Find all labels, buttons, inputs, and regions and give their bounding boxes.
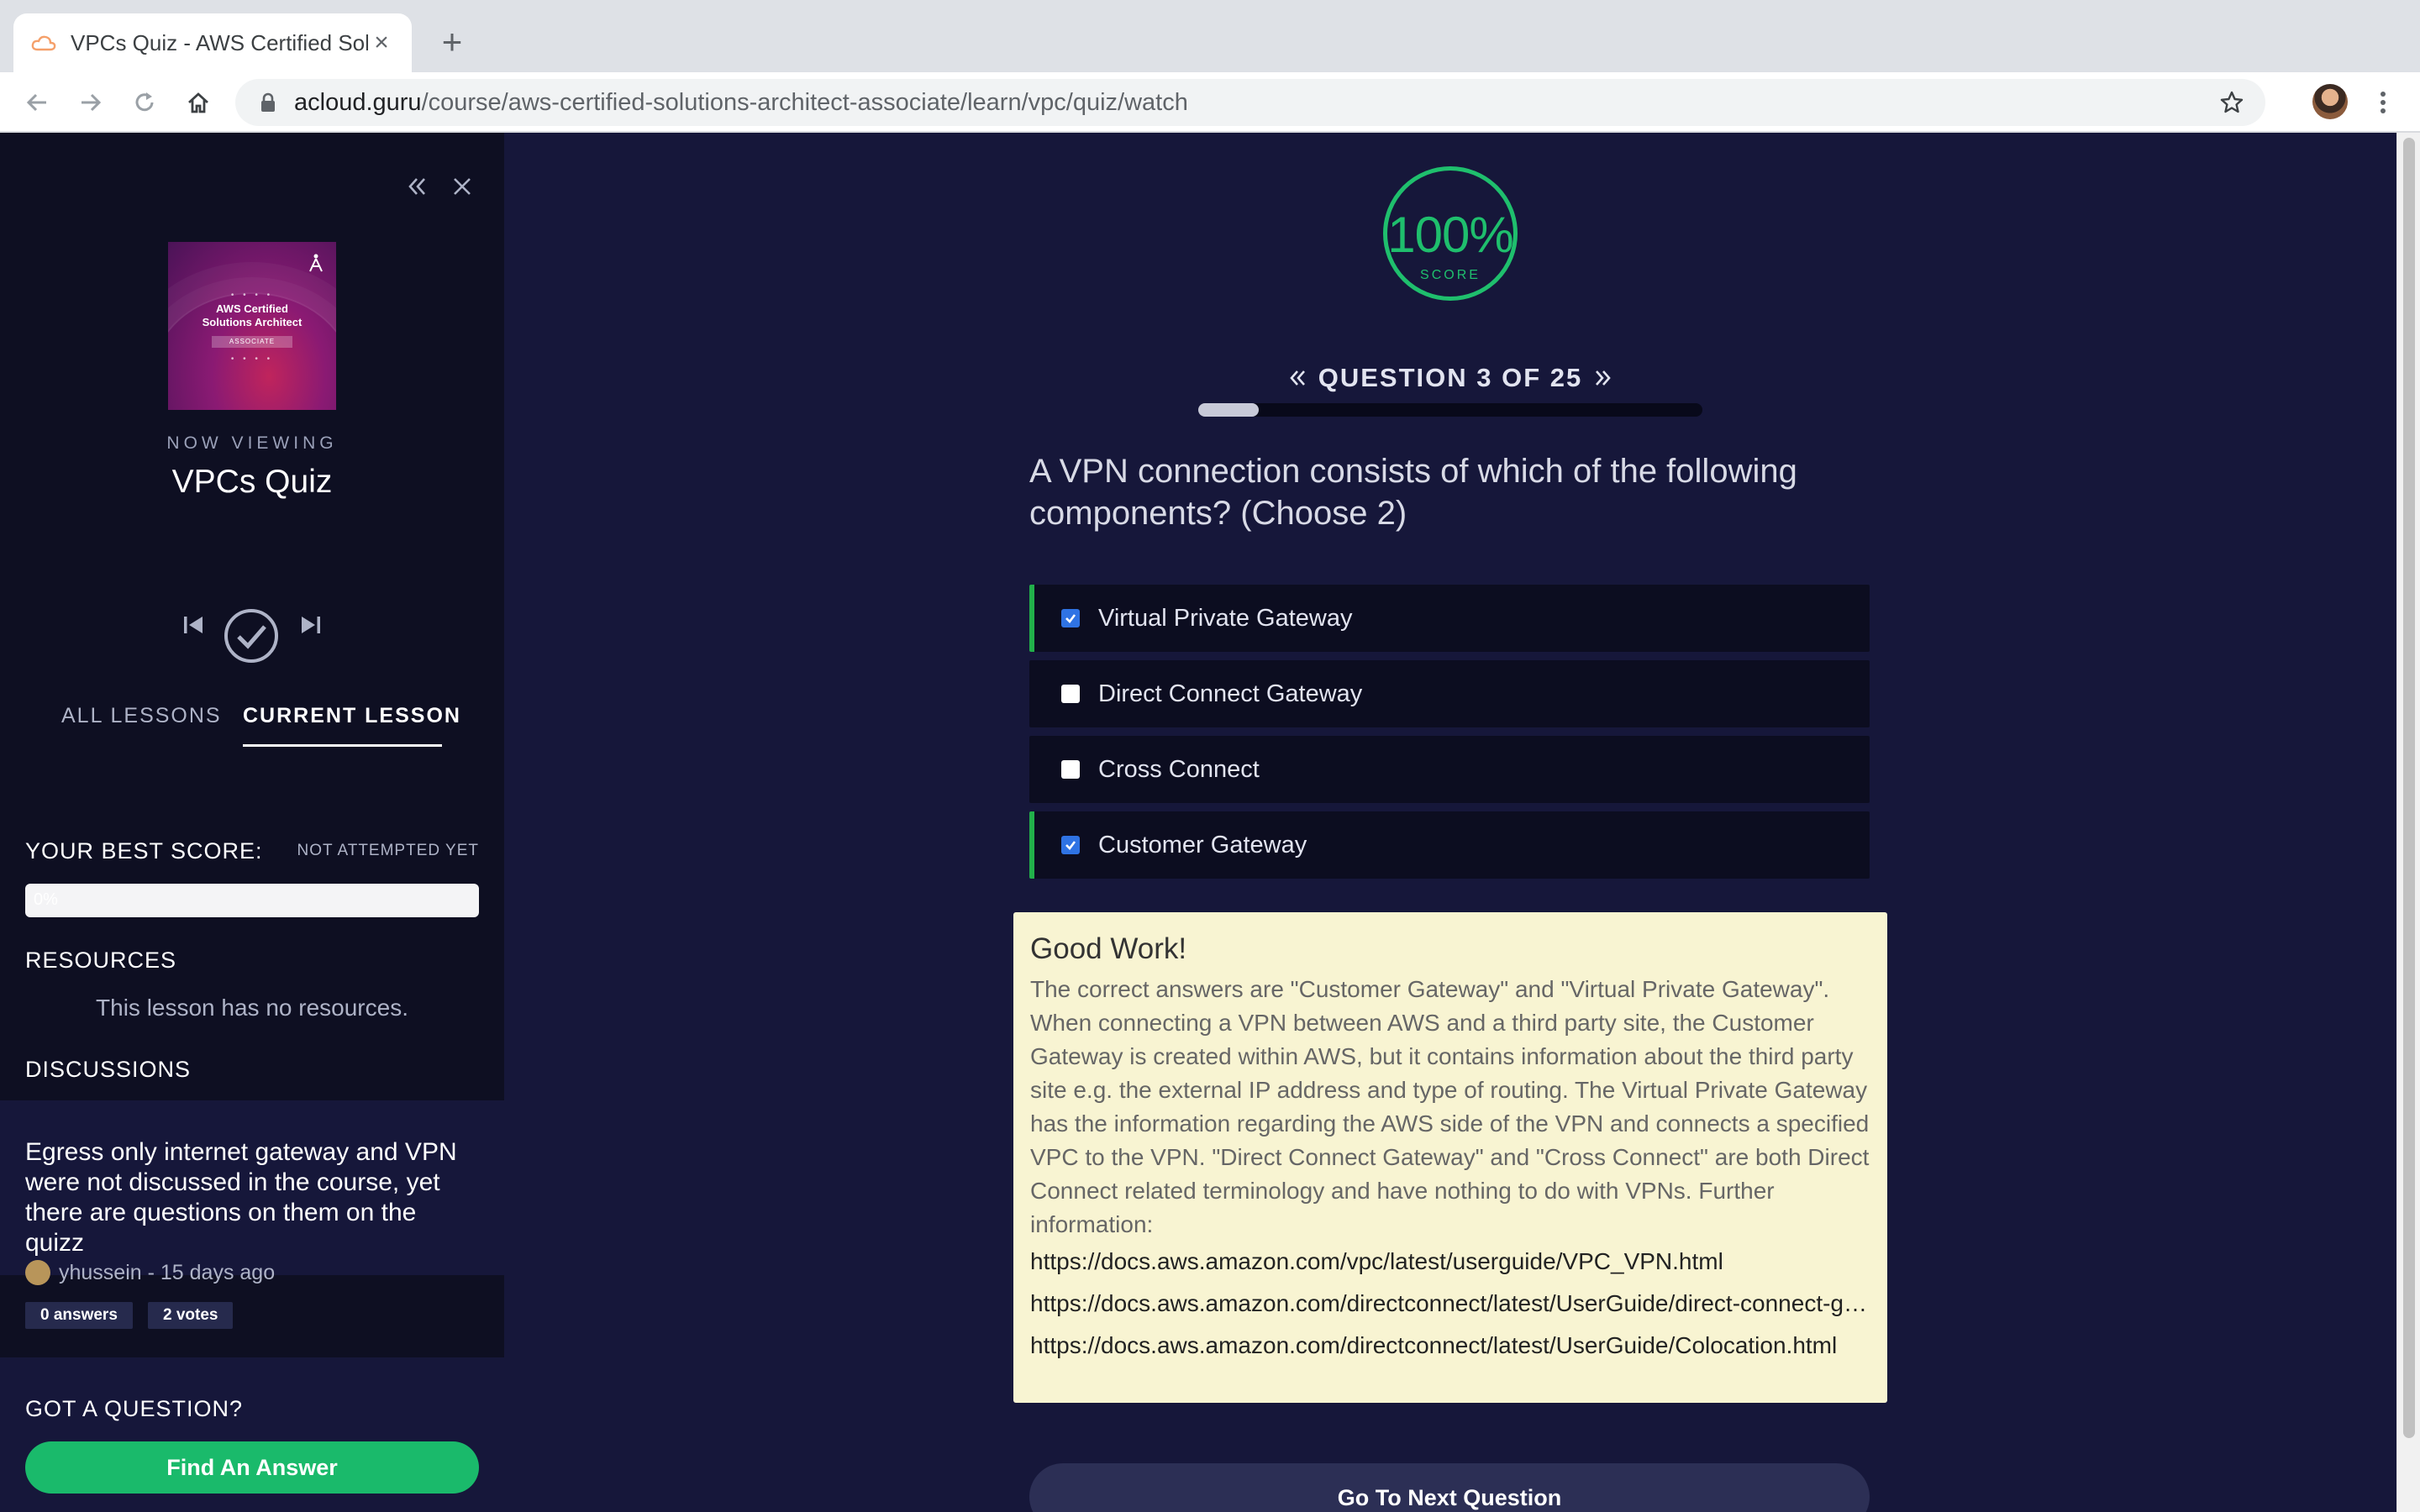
previous-question-icon[interactable] <box>1281 361 1314 395</box>
score-label: SCORE <box>1420 268 1481 282</box>
course-thumbnail: • • • • AWS Certified Solutions Architect… <box>168 242 336 410</box>
next-question-icon[interactable] <box>1586 361 1620 395</box>
checkbox-unchecked-icon[interactable] <box>1061 685 1080 703</box>
page-scrollbar[interactable] <box>2396 133 2420 1512</box>
reload-icon[interactable] <box>124 82 165 123</box>
lesson-sidebar: • • • • AWS Certified Solutions Architect… <box>0 133 504 1512</box>
best-score-status: NOT ATTEMPTED YET <box>297 842 479 859</box>
browser-tab-strip: VPCs Quiz - AWS Certified Solutions Arch… <box>0 0 2420 72</box>
resources-heading: RESOURCES <box>25 948 177 973</box>
answer-option-label: Customer Gateway <box>1098 831 1307 858</box>
quiz-main: 100% SCORE QUESTION 3 OF 25 A VPN connec… <box>504 133 2396 1512</box>
bookmark-star-icon[interactable] <box>2217 87 2247 118</box>
question-navigation: QUESTION 3 OF 25 <box>1281 358 1620 398</box>
feedback-title: Good Work! <box>1030 932 1187 965</box>
now-viewing-label: NOW VIEWING <box>166 433 338 453</box>
score-percent: 100% <box>1387 207 1513 263</box>
collapse-sidebar-icon[interactable] <box>400 170 434 203</box>
question-progress-bar <box>1198 403 1702 417</box>
question-counter: QUESTION 3 OF 25 <box>1318 363 1583 392</box>
author-avatar <box>25 1260 50 1285</box>
back-arrow-icon[interactable] <box>17 82 57 123</box>
next-question-button[interactable]: Go To Next Question <box>1029 1463 1870 1512</box>
find-answer-button[interactable]: Find An Answer <box>25 1441 479 1494</box>
no-resources-text: This lesson has no resources. <box>96 995 408 1021</box>
url-text: acloud.guru/course/aws-certified-solutio… <box>294 88 1188 116</box>
cloud-guru-favicon-icon <box>30 29 57 56</box>
best-score-value: 0% <box>34 890 58 909</box>
mark-complete-icon[interactable] <box>224 608 279 664</box>
best-score-label: YOUR BEST SCORE: <box>25 838 263 864</box>
browser-toolbar: acloud.guru/course/aws-certified-solutio… <box>0 72 2420 133</box>
reference-link[interactable]: https://docs.aws.amazon.com/directconnec… <box>1030 1329 1874 1362</box>
answer-option[interactable]: Cross Connect <box>1029 736 1870 803</box>
score-ring: 100% SCORE <box>1383 166 1518 301</box>
discussions-heading: DISCUSSIONS <box>25 1057 192 1082</box>
answer-option[interactable]: Virtual Private Gateway <box>1029 585 1870 652</box>
discussion-card[interactable]: Egress only internet gateway and VPN wer… <box>0 1100 504 1285</box>
checkbox-checked-icon[interactable] <box>1061 609 1080 627</box>
tab-current-lesson[interactable]: CURRENT LESSON <box>243 704 461 728</box>
reference-link[interactable]: https://docs.aws.amazon.com/vpc/latest/u… <box>1030 1245 1874 1278</box>
thumbnail-title: AWS Certified Solutions Architect <box>202 302 302 328</box>
lock-icon <box>255 90 281 115</box>
discussion-author[interactable]: yhussein <box>59 1261 142 1285</box>
close-sidebar-icon[interactable] <box>445 170 479 203</box>
lesson-title: VPCs Quiz <box>171 464 333 500</box>
address-bar[interactable]: acloud.guru/course/aws-certified-solutio… <box>235 79 2265 126</box>
acg-logo-icon <box>309 254 323 272</box>
discussion-meta: yhussein - 15 days ago <box>25 1260 275 1285</box>
next-lesson-icon[interactable] <box>296 610 326 640</box>
question-progress-fill <box>1198 403 1259 417</box>
tab-title: VPCs Quiz - AWS Certified Solutions Arch… <box>71 29 368 55</box>
discussion-title[interactable]: Egress only internet gateway and VPN wer… <box>25 1137 479 1258</box>
tab-close-icon[interactable]: × <box>368 29 395 56</box>
forward-arrow-icon[interactable] <box>71 82 111 123</box>
browser-tab[interactable]: VPCs Quiz - AWS Certified Solutions Arch… <box>13 13 412 72</box>
discussion-time: 15 days ago <box>160 1260 276 1284</box>
tab-all-lessons[interactable]: ALL LESSONS <box>61 704 222 728</box>
more-vert-icon[interactable] <box>2366 82 2400 123</box>
home-icon[interactable] <box>178 82 218 123</box>
votes-count-badge: 2 votes <box>148 1302 234 1329</box>
answers-count-badge: 0 answers <box>25 1302 133 1329</box>
best-score-bar: 0% <box>25 884 479 917</box>
reference-link[interactable]: https://docs.aws.amazon.com/directconnec… <box>1030 1287 1874 1320</box>
checkbox-checked-icon[interactable] <box>1061 836 1080 854</box>
answer-option[interactable]: Customer Gateway <box>1029 811 1870 879</box>
feedback-explanation: The correct answers are "Customer Gatewa… <box>1030 976 1870 1237</box>
scrollbar-thumb[interactable] <box>2403 138 2415 1438</box>
got-question-heading: GOT A QUESTION? <box>25 1396 244 1421</box>
answer-option-label: Virtual Private Gateway <box>1098 604 1353 632</box>
thumbnail-badge: ASSOCIATE <box>212 336 292 348</box>
active-tab-underline <box>243 744 442 747</box>
profile-avatar[interactable] <box>2312 84 2348 119</box>
feedback-panel: Good Work! The correct answers are "Cust… <box>1013 912 1887 1403</box>
answer-option[interactable]: Direct Connect Gateway <box>1029 660 1870 727</box>
answer-option-label: Cross Connect <box>1098 755 1260 783</box>
answer-option-label: Direct Connect Gateway <box>1098 680 1363 707</box>
previous-lesson-icon[interactable] <box>178 610 208 640</box>
question-text: A VPN connection consists of which of th… <box>1029 453 1797 532</box>
new-tab-icon[interactable]: + <box>434 24 471 60</box>
checkbox-unchecked-icon[interactable] <box>1061 760 1080 779</box>
